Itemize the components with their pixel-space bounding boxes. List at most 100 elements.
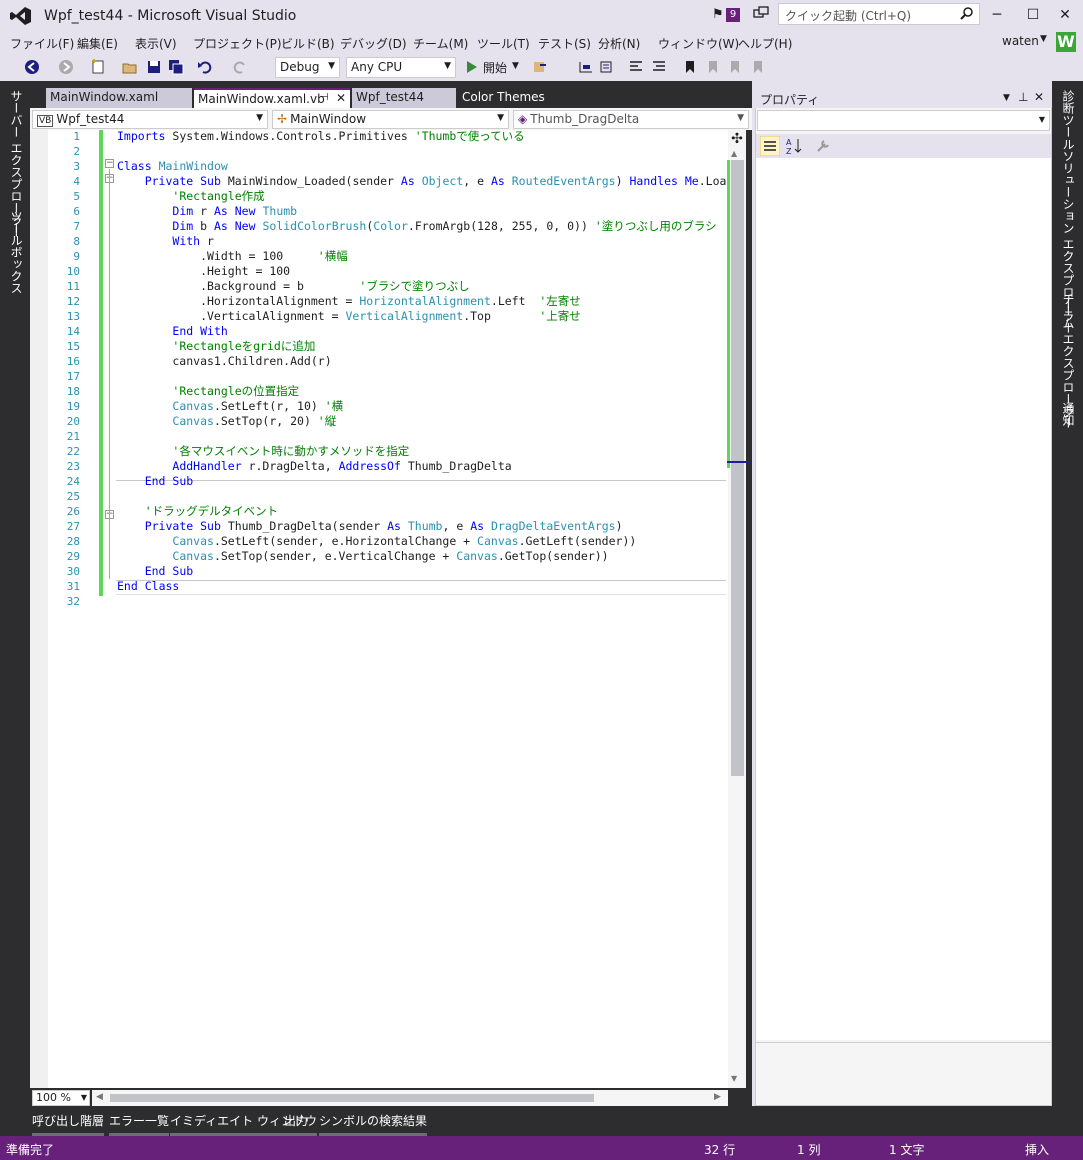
- close-tab-icon[interactable]: ✕: [336, 91, 346, 105]
- tab-project-properties[interactable]: Wpf_test44: [352, 88, 456, 108]
- feedback-icon[interactable]: [753, 6, 769, 22]
- notification-flag-icon[interactable]: ⚑: [712, 7, 724, 22]
- scroll-down-icon[interactable]: ▼: [731, 1074, 737, 1083]
- code-line[interactable]: .Height = 100: [117, 264, 290, 279]
- code-line[interactable]: .Width = 100 '横幅: [117, 249, 348, 264]
- menu-view[interactable]: 表示(V): [135, 35, 177, 52]
- code-line[interactable]: 'ドラッグデルタイベント: [117, 504, 278, 519]
- notification-count-badge[interactable]: 9: [726, 8, 740, 22]
- panel-menu-icon[interactable]: ▼: [1003, 93, 1010, 103]
- notifications-tab[interactable]: 通知: [1060, 402, 1077, 426]
- code-line[interactable]: Private Sub MainWindow_Loaded(sender As …: [117, 174, 748, 189]
- code-line[interactable]: With r: [117, 234, 214, 249]
- pin-icon[interactable]: ⊣: [320, 92, 329, 103]
- comment-icon[interactable]: [628, 59, 644, 75]
- bookmark-icon[interactable]: [682, 59, 698, 75]
- collapse-class-icon[interactable]: −: [105, 159, 114, 168]
- pin-icon[interactable]: ⊥: [1018, 90, 1028, 104]
- menu-build[interactable]: ビルド(B): [281, 35, 335, 52]
- code-line[interactable]: 'Rectangleの位置指定: [117, 384, 299, 399]
- code-line[interactable]: End Sub: [117, 474, 194, 489]
- breakpoint-icon[interactable]: [532, 59, 548, 75]
- tab-error-list[interactable]: エラー一覧: [109, 1112, 170, 1136]
- code-line[interactable]: canvas1.Children.Add(r): [117, 354, 331, 369]
- toggle-icon[interactable]: [598, 59, 614, 75]
- menu-test[interactable]: テスト(S): [538, 35, 591, 52]
- code-line[interactable]: End Class: [117, 579, 179, 594]
- save-icon[interactable]: [146, 59, 162, 75]
- menu-team[interactable]: チーム(M): [413, 35, 468, 52]
- categorized-icon[interactable]: [760, 136, 780, 156]
- property-pages-icon[interactable]: [815, 138, 831, 154]
- undo-icon[interactable]: [197, 59, 213, 75]
- clear-bookmarks-icon[interactable]: [750, 59, 766, 75]
- scroll-left-icon[interactable]: ◀: [96, 1092, 103, 1102]
- code-line[interactable]: Canvas.SetLeft(r, 10) '横: [117, 399, 343, 414]
- tab-mainwindow-xaml[interactable]: MainWindow.xaml: [46, 88, 192, 108]
- user-name[interactable]: waten: [1002, 34, 1039, 48]
- menu-help[interactable]: ヘルプ(H): [738, 35, 792, 52]
- code-line[interactable]: Canvas.SetTop(r, 20) '縦: [117, 414, 336, 429]
- diagnostic-tools-tab[interactable]: 診断ツール: [1060, 90, 1077, 150]
- platform-select[interactable]: Any CPU ▼: [346, 57, 456, 78]
- code-line[interactable]: Private Sub Thumb_DragDelta(sender As Th…: [117, 519, 623, 534]
- avatar[interactable]: W: [1056, 32, 1076, 52]
- code-line[interactable]: AddHandler r.DragDelta, AddressOf Thumb_…: [117, 459, 511, 474]
- code-line[interactable]: Dim r As New Thumb: [117, 204, 297, 219]
- toolbox-tab[interactable]: ツールボックス: [8, 210, 25, 294]
- code-line[interactable]: 'Rectangle作成: [117, 189, 264, 204]
- horizontal-scroll-thumb[interactable]: [110, 1094, 594, 1102]
- back-icon[interactable]: [24, 59, 40, 75]
- member-dropdown[interactable]: ◈ Thumb_DragDelta ▼: [513, 110, 749, 129]
- code-line[interactable]: .Background = b 'ブラシで塗りつぶし: [117, 279, 470, 294]
- code-line[interactable]: End With: [117, 324, 227, 339]
- split-icon[interactable]: ✣: [728, 130, 746, 148]
- search-icon[interactable]: [960, 6, 974, 20]
- code-line[interactable]: Dim b As New SolidColorBrush(Color.FromA…: [117, 219, 716, 234]
- close-window-button[interactable]: ✕: [1050, 4, 1080, 26]
- minimize-button[interactable]: ─: [982, 4, 1012, 26]
- vertical-scroll-thumb[interactable]: [731, 160, 744, 776]
- uncomment-icon[interactable]: [651, 59, 667, 75]
- start-button[interactable]: 開始: [483, 59, 507, 76]
- start-icon[interactable]: [464, 59, 480, 75]
- alphabetical-icon[interactable]: AZ: [784, 136, 804, 156]
- scroll-up-icon[interactable]: ▲: [731, 149, 737, 158]
- code-line[interactable]: .HorizontalAlignment = HorizontalAlignme…: [117, 294, 581, 309]
- menu-tools[interactable]: ツール(T): [477, 35, 530, 52]
- code-line[interactable]: '各マウスイベント時に動かすメソッドを指定: [117, 444, 409, 459]
- class-dropdown[interactable]: ✢ MainWindow ▼: [272, 110, 509, 129]
- properties-object-select[interactable]: ▼: [757, 110, 1050, 131]
- menu-debug[interactable]: デバッグ(D): [340, 35, 407, 52]
- redo-icon[interactable]: [232, 59, 248, 75]
- close-panel-icon[interactable]: ✕: [1034, 90, 1044, 104]
- menu-file[interactable]: ファイル(F): [10, 35, 74, 52]
- code-line[interactable]: Class MainWindow: [117, 159, 228, 174]
- code-line[interactable]: Canvas.SetLeft(sender, e.HorizontalChang…: [117, 534, 636, 549]
- menu-project[interactable]: プロジェクト(P): [193, 35, 282, 52]
- code-line[interactable]: Imports System.Windows.Controls.Primitiv…: [117, 129, 525, 144]
- quick-launch-input[interactable]: クイック起動 (Ctrl+Q): [778, 3, 980, 25]
- tab-call-hierarchy[interactable]: 呼び出し階層: [32, 1112, 105, 1136]
- menu-window[interactable]: ウィンドウ(W): [658, 35, 739, 52]
- menu-edit[interactable]: 編集(E): [77, 35, 118, 52]
- menu-analyze[interactable]: 分析(N): [598, 35, 640, 52]
- start-dropdown-icon[interactable]: ▼: [512, 61, 519, 71]
- tab-mainwindow-xaml-vb[interactable]: MainWindow.xaml.vb ⊣ ✕: [194, 88, 350, 108]
- open-file-icon[interactable]: [122, 59, 138, 75]
- tab-output[interactable]: 出力: [284, 1112, 309, 1136]
- zoom-select[interactable]: 100 % ▼: [32, 1090, 90, 1106]
- prev-bookmark-icon[interactable]: [705, 59, 721, 75]
- configuration-select[interactable]: Debug ▼: [275, 57, 340, 78]
- tab-color-themes[interactable]: Color Themes: [458, 88, 558, 108]
- step-icon[interactable]: [578, 59, 594, 75]
- project-dropdown[interactable]: VB Wpf_test44 ▼: [32, 110, 268, 129]
- tab-find-symbol-results[interactable]: シンボルの検索結果: [319, 1112, 428, 1136]
- next-bookmark-icon[interactable]: [727, 59, 743, 75]
- maximize-button[interactable]: ☐: [1018, 4, 1048, 26]
- new-project-icon[interactable]: [90, 59, 106, 75]
- code-line[interactable]: Canvas.SetTop(sender, e.VerticalChange +…: [117, 549, 608, 564]
- save-all-icon[interactable]: [168, 59, 184, 75]
- code-line[interactable]: 'Rectangleをgridに追加: [117, 339, 315, 354]
- code-line[interactable]: .VerticalAlignment = VerticalAlignment.T…: [117, 309, 581, 324]
